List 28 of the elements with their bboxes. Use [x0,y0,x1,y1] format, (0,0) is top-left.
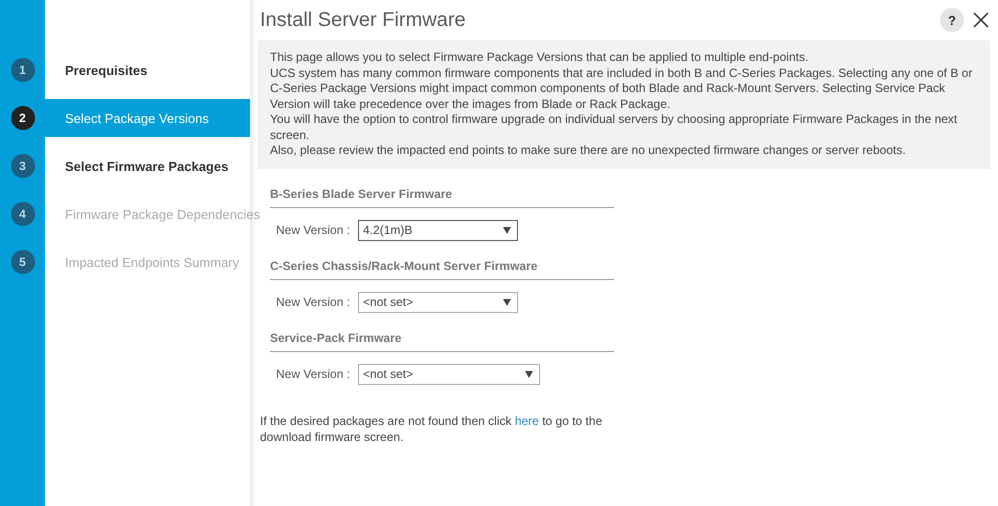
step-number: 2 [10,106,34,130]
field-label: New Version : [276,367,350,381]
dialog-title: Install Server Firmware [259,8,466,32]
field-label: New Version : [276,223,350,237]
info-text: You will have the option to control firmware upgrade on individual servers by choosing appropriate Firmware Packages in the next screen. [270,112,958,143]
info-text: This page allows you to select Firmware Package Versions that can be applied to multiple end-points. [270,50,810,66]
section-heading: B-Series Blade Server Firmware [270,186,614,208]
wizard-step[interactable]: Prerequisites [45,51,250,89]
field-label: New Version : [276,295,350,309]
version-dropdown[interactable]: <not set> [358,364,540,384]
info-text: Also, please review the impacted end points to make sure there are no unexpected firmware changes or server reboots. [270,143,907,158]
info-text: UCS system has many common firmware components that are included in both B and C-Series Packages. Selecting any one of B or C-Series Package Versions might impact common components of both Blade and Rack-Mount Servers. Selecting Service Pack Version will take precedence over the images from Blade or Rack Package. [270,66,974,112]
caret-icon [503,298,512,306]
wizard-step[interactable]: Select Firmware Packages [45,147,250,185]
version-dropdown[interactable]: 4.2(1m)B [358,220,518,240]
step-number: 5 [10,250,34,274]
here-link[interactable]: here [514,414,539,428]
footer-text: If the desired packages are not found then click here to go to the download firmware screen. [260,412,604,444]
close-icon[interactable] [972,11,990,29]
help-button[interactable]: ? [940,8,964,32]
step-number: 4 [10,202,34,226]
version-dropdown[interactable]: <not set> [358,292,518,312]
caret-icon [503,226,512,234]
section-heading: C-Series Chassis/Rack-Mount Server Firmware [270,258,614,280]
step-number: 3 [10,154,34,178]
section-heading: Service-Pack Firmware [270,330,614,352]
caret-icon [525,370,534,378]
step-number: 1 [10,58,34,82]
